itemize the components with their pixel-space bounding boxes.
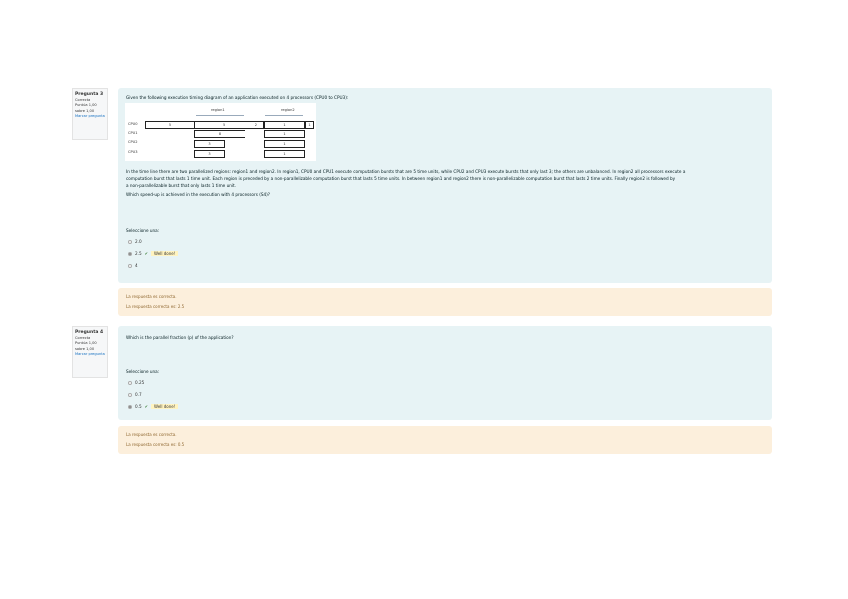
flag-question-link[interactable]: Marcar pregunta: [75, 114, 105, 120]
question-grade: Puntúa 1,00 sobre 1,00: [75, 341, 97, 351]
question-info-3: Pregunta 3 Correcta Puntúa 1,00 sobre 1,…: [72, 88, 108, 140]
feedback-box-3: La respuesta es correcta. La respuesta c…: [118, 288, 772, 316]
check-icon: ✔: [144, 251, 149, 256]
question-number: Pregunta 4: [75, 330, 104, 335]
region1-arrow: [196, 115, 244, 116]
select-prompt: Seleccione una:: [126, 369, 160, 374]
cpu-label: CPU1: [128, 131, 138, 135]
cpu-label: CPU0: [128, 122, 138, 126]
feedback-text: La respuesta es correcta.: [126, 432, 177, 437]
correct-answer-text: La respuesta correcta es: 2.5: [126, 304, 185, 309]
question-number: Pregunta 3: [75, 92, 104, 97]
question-grade: Puntúa 1,00 sobre 1,00: [75, 103, 97, 113]
radio-button[interactable]: [128, 404, 132, 409]
question-prompt: Which speed-up is achieved in the execut…: [126, 192, 271, 197]
region2-arrow: [265, 115, 303, 116]
radio-button[interactable]: [128, 392, 132, 397]
answer-option[interactable]: 0.25: [128, 380, 144, 385]
feedback-badge: Well done!: [151, 404, 179, 409]
header-region2: region2: [281, 108, 295, 112]
correct-answer-text: La respuesta correcta es: 0.5: [126, 442, 185, 447]
burst: 1: [264, 140, 305, 148]
option-label: 2.5: [135, 251, 142, 256]
radio-button[interactable]: [128, 251, 132, 256]
paragraph: In the time line there are two paralleli…: [126, 169, 686, 174]
burst: 1: [264, 130, 305, 138]
question-info-4: Pregunta 4 Correcta Puntúa 1,00 sobre 1,…: [72, 326, 108, 378]
feedback-badge: Well done!: [151, 251, 179, 256]
cpu-label: CPU2: [128, 140, 138, 144]
option-label: 0.7: [135, 392, 142, 397]
answer-option[interactable]: 0.7: [128, 392, 142, 397]
timing-diagram: region1 region2 CPU0 CPU1 CPU2 CPU3 5 52…: [125, 103, 316, 161]
option-label: 4: [135, 263, 138, 268]
question-text: Given the following execution timing dia…: [126, 95, 349, 100]
burst: 8: [194, 130, 245, 138]
flag-question-link[interactable]: Marcar pregunta: [75, 352, 105, 358]
option-label: 0.5: [135, 404, 142, 409]
option-label: 0.25: [135, 380, 145, 385]
answer-option[interactable]: 2.0: [128, 239, 142, 244]
burst: 3: [194, 150, 225, 158]
header-region1: region1: [211, 108, 225, 112]
burst: 1: [264, 121, 305, 129]
answer-option[interactable]: 2.5 ✔ Well done!: [128, 251, 179, 256]
cpu-label: CPU3: [128, 150, 138, 154]
answer-option[interactable]: 4: [128, 263, 138, 268]
burst: 3: [194, 140, 225, 148]
select-prompt: Seleccione una:: [126, 228, 160, 233]
option-label: 2.0: [135, 239, 142, 244]
answer-option[interactable]: 0.5 ✔ Well done!: [128, 404, 179, 409]
burst: 5: [145, 121, 195, 129]
burst: 52: [194, 121, 264, 129]
question-text: Which is the parallel fraction (p) of th…: [126, 335, 234, 340]
paragraph: a non-parallelizable burst that only las…: [126, 183, 237, 188]
burst: 1: [305, 121, 314, 129]
burst: 1: [264, 150, 305, 158]
radio-button[interactable]: [128, 239, 132, 244]
check-icon: ✔: [144, 404, 149, 409]
question-content-4: Which is the parallel fraction (p) of th…: [118, 326, 772, 420]
feedback-text: La respuesta es correcta.: [126, 294, 177, 299]
radio-button[interactable]: [128, 263, 132, 268]
paragraph: computation burst that lasts 1 time unit…: [126, 176, 676, 181]
feedback-box-4: La respuesta es correcta. La respuesta c…: [118, 426, 772, 454]
radio-button[interactable]: [128, 380, 132, 385]
